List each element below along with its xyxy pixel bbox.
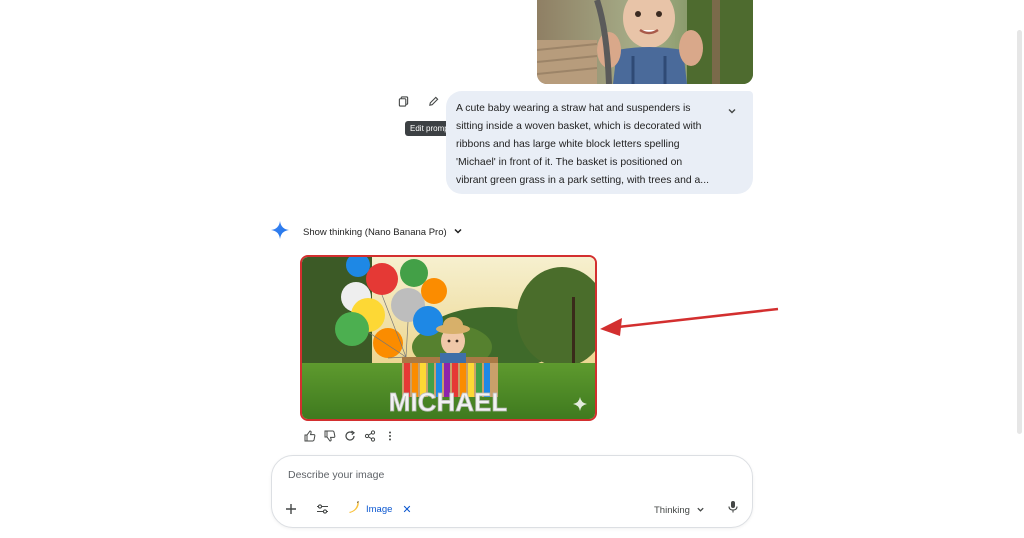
thumbs-down-icon [324,429,336,447]
chevron-down-icon [696,501,705,519]
image-chip-label: Image [366,504,393,515]
describe-image-input[interactable] [286,468,730,482]
tools-icon[interactable] [316,502,329,520]
share-icon [364,429,376,447]
refresh-icon [344,429,356,447]
thumbs-up-icon [304,429,316,447]
mode-label: Thinking [654,504,690,516]
response-actions [303,429,396,447]
prompt-composer: Image ✕ Thinking [271,455,753,528]
thinking-label: Show thinking (Nano Banana Pro) [303,226,447,238]
scrollbar[interactable] [1017,30,1022,434]
prompt-toolbar [395,95,441,111]
image-tool-chip[interactable]: Image ✕ [346,500,412,519]
user-prompt-bubble: A cute baby wearing a straw hat and susp… [446,91,753,194]
image-letters: MICHAEL [389,387,508,417]
edit-prompt-button[interactable] [425,95,441,111]
pencil-icon [428,94,439,112]
add-icon[interactable] [285,502,297,520]
chevron-down-icon [453,223,463,241]
thumbs-down-button[interactable] [323,429,336,447]
thumbs-up-button[interactable] [303,429,316,447]
gemini-sparkle-icon [271,221,289,244]
mode-selector[interactable]: Thinking [654,501,705,519]
regenerate-button[interactable] [343,429,356,447]
annotation-arrow [600,307,779,336]
more-options-button[interactable] [383,431,396,444]
generated-image[interactable]: MICHAEL [300,255,597,421]
close-icon[interactable]: ✕ [402,503,411,516]
copy-prompt-button[interactable] [395,95,411,111]
show-thinking-toggle[interactable]: Show thinking (Nano Banana Pro) [303,223,463,241]
prompt-text: A cute baby wearing a straw hat and susp… [456,103,709,186]
copy-icon [398,94,409,112]
share-button[interactable] [363,429,376,447]
more-vert-icon [384,429,396,447]
chevron-down-icon[interactable] [727,103,737,121]
banana-icon [346,500,360,519]
uploaded-photo[interactable] [537,0,753,84]
microphone-icon[interactable] [727,500,739,519]
